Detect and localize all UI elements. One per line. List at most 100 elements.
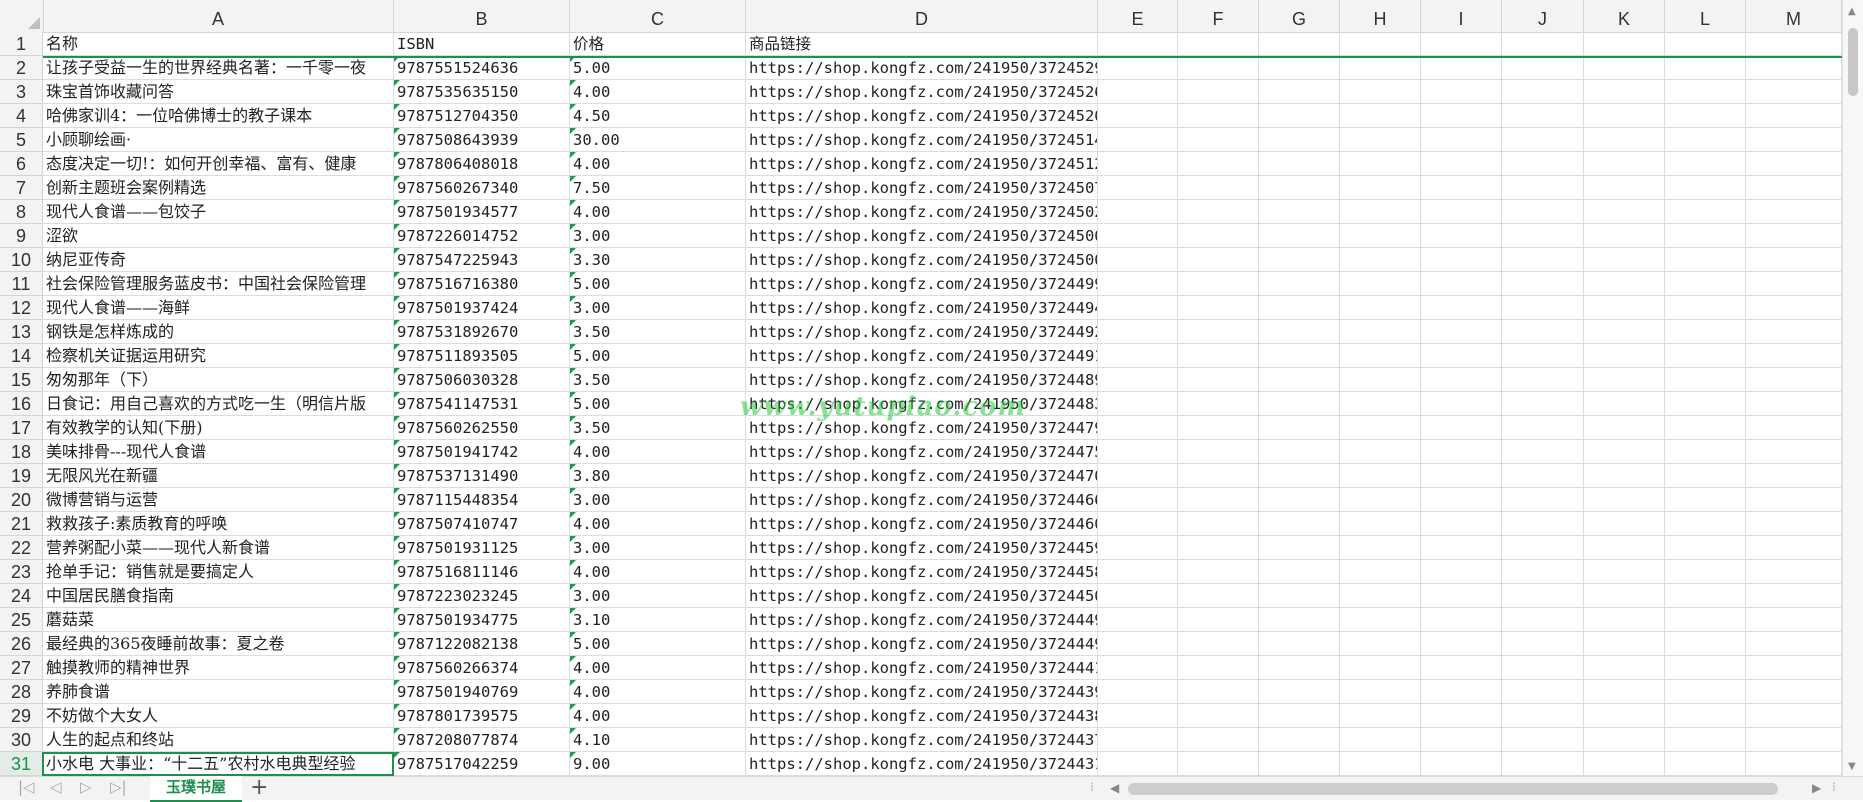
cell-name[interactable]: 哈佛家训4：一位哈佛博士的教子课本 <box>43 104 394 128</box>
empty-cell[interactable] <box>1178 248 1259 272</box>
cell-price[interactable]: 5.00 <box>570 56 746 80</box>
scroll-left-icon[interactable]: ◀ <box>1110 781 1119 795</box>
scroll-right-icon[interactable]: ▶ <box>1812 781 1821 795</box>
empty-cell[interactable] <box>1502 56 1584 80</box>
empty-cell[interactable] <box>1421 392 1502 416</box>
column-header-C[interactable]: C <box>570 0 746 32</box>
empty-cell[interactable] <box>1259 224 1340 248</box>
empty-cell[interactable] <box>1098 104 1178 128</box>
empty-cell[interactable] <box>1178 32 1259 56</box>
empty-cell[interactable] <box>1259 344 1340 368</box>
empty-cell[interactable] <box>1502 488 1584 512</box>
empty-cell[interactable] <box>1746 176 1842 200</box>
empty-cell[interactable] <box>1259 32 1340 56</box>
cell-url[interactable]: https://shop.kongfz.com/241950/372447512… <box>746 440 1098 464</box>
row-header[interactable]: 26 <box>0 632 43 656</box>
empty-cell[interactable] <box>1584 392 1665 416</box>
empty-cell[interactable] <box>1259 560 1340 584</box>
cell-price[interactable]: 价格 <box>570 32 746 56</box>
empty-cell[interactable] <box>1665 128 1746 152</box>
cell-name[interactable]: 无限风光在新疆 <box>43 464 394 488</box>
empty-cell[interactable] <box>1340 104 1421 128</box>
cell-url[interactable]: https://shop.kongfz.com/241950/372443818… <box>746 704 1098 728</box>
empty-cell[interactable] <box>1584 704 1665 728</box>
empty-cell[interactable] <box>1584 464 1665 488</box>
empty-cell[interactable] <box>1259 608 1340 632</box>
cell-isbn[interactable]: ISBN <box>394 32 570 56</box>
cell-name[interactable]: 蘑菇菜 <box>43 608 394 632</box>
empty-cell[interactable] <box>1502 248 1584 272</box>
empty-cell[interactable] <box>1098 224 1178 248</box>
empty-cell[interactable] <box>1098 440 1178 464</box>
cell-isbn[interactable]: 9787501931125 <box>394 536 570 560</box>
empty-cell[interactable] <box>1665 632 1746 656</box>
empty-cell[interactable] <box>1421 368 1502 392</box>
empty-cell[interactable] <box>1746 416 1842 440</box>
cell-url[interactable]: https://shop.kongfz.com/241950/372452923… <box>746 56 1098 80</box>
empty-cell[interactable] <box>1502 728 1584 752</box>
empty-cell[interactable] <box>1259 536 1340 560</box>
empty-cell[interactable] <box>1259 512 1340 536</box>
empty-cell[interactable] <box>1584 152 1665 176</box>
row-header[interactable]: 9 <box>0 224 43 248</box>
cell-isbn[interactable]: 9787511893505 <box>394 344 570 368</box>
row-header[interactable]: 17 <box>0 416 43 440</box>
cell-isbn[interactable]: 9787806408018 <box>394 152 570 176</box>
empty-cell[interactable] <box>1584 488 1665 512</box>
empty-cell[interactable] <box>1502 704 1584 728</box>
cell-url[interactable]: https://shop.kongfz.com/241950/372449218… <box>746 320 1098 344</box>
empty-cell[interactable] <box>1746 56 1842 80</box>
cell-name[interactable]: 有效教学的认知(下册) <box>43 416 394 440</box>
row-header[interactable]: 16 <box>0 392 43 416</box>
empty-cell[interactable] <box>1098 728 1178 752</box>
empty-cell[interactable] <box>1340 272 1421 296</box>
cell-isbn[interactable]: 9787801739575 <box>394 704 570 728</box>
empty-cell[interactable] <box>1098 80 1178 104</box>
cell-isbn[interactable]: 9787560267340 <box>394 176 570 200</box>
empty-cell[interactable] <box>1502 584 1584 608</box>
empty-cell[interactable] <box>1665 80 1746 104</box>
empty-cell[interactable] <box>1340 152 1421 176</box>
empty-cell[interactable] <box>1746 584 1842 608</box>
cell-price[interactable]: 9.00 <box>570 752 746 776</box>
cell-price[interactable]: 30.00 <box>570 128 746 152</box>
empty-cell[interactable] <box>1178 200 1259 224</box>
empty-cell[interactable] <box>1746 104 1842 128</box>
empty-cell[interactable] <box>1584 104 1665 128</box>
empty-cell[interactable] <box>1340 80 1421 104</box>
empty-cell[interactable] <box>1340 488 1421 512</box>
cell-name[interactable]: 微博营销与运营 <box>43 488 394 512</box>
first-sheet-icon[interactable]: |◁ <box>18 778 35 796</box>
empty-cell[interactable] <box>1098 56 1178 80</box>
empty-cell[interactable] <box>1259 728 1340 752</box>
empty-cell[interactable] <box>1584 560 1665 584</box>
row-header[interactable]: 24 <box>0 584 43 608</box>
column-header-F[interactable]: F <box>1178 0 1259 32</box>
cell-url[interactable]: https://shop.kongfz.com/241950/372450217… <box>746 200 1098 224</box>
row-header[interactable]: 22 <box>0 536 43 560</box>
empty-cell[interactable] <box>1746 368 1842 392</box>
empty-cell[interactable] <box>1584 440 1665 464</box>
empty-cell[interactable] <box>1178 416 1259 440</box>
empty-cell[interactable] <box>1340 200 1421 224</box>
empty-cell[interactable] <box>1746 440 1842 464</box>
last-sheet-icon[interactable]: ▷| <box>110 778 127 796</box>
row-header[interactable]: 23 <box>0 560 43 584</box>
empty-cell[interactable] <box>1746 512 1842 536</box>
empty-cell[interactable] <box>1421 224 1502 248</box>
vertical-scroll-thumb[interactable] <box>1848 28 1858 96</box>
cell-price[interactable]: 3.00 <box>570 224 746 248</box>
empty-cell[interactable] <box>1259 104 1340 128</box>
cell-url[interactable]: https://shop.kongfz.com/241950/372448308… <box>746 392 1098 416</box>
cell-url[interactable]: https://shop.kongfz.com/241950/372452064… <box>746 104 1098 128</box>
cell-price[interactable]: 3.80 <box>570 464 746 488</box>
empty-cell[interactable] <box>1421 512 1502 536</box>
empty-cell[interactable] <box>1665 728 1746 752</box>
cell-price[interactable]: 4.00 <box>570 80 746 104</box>
column-header-L[interactable]: L <box>1665 0 1746 32</box>
empty-cell[interactable] <box>1584 512 1665 536</box>
cell-price[interactable]: 3.00 <box>570 488 746 512</box>
empty-cell[interactable] <box>1665 200 1746 224</box>
empty-cell[interactable] <box>1746 728 1842 752</box>
cell-price[interactable]: 4.10 <box>570 728 746 752</box>
